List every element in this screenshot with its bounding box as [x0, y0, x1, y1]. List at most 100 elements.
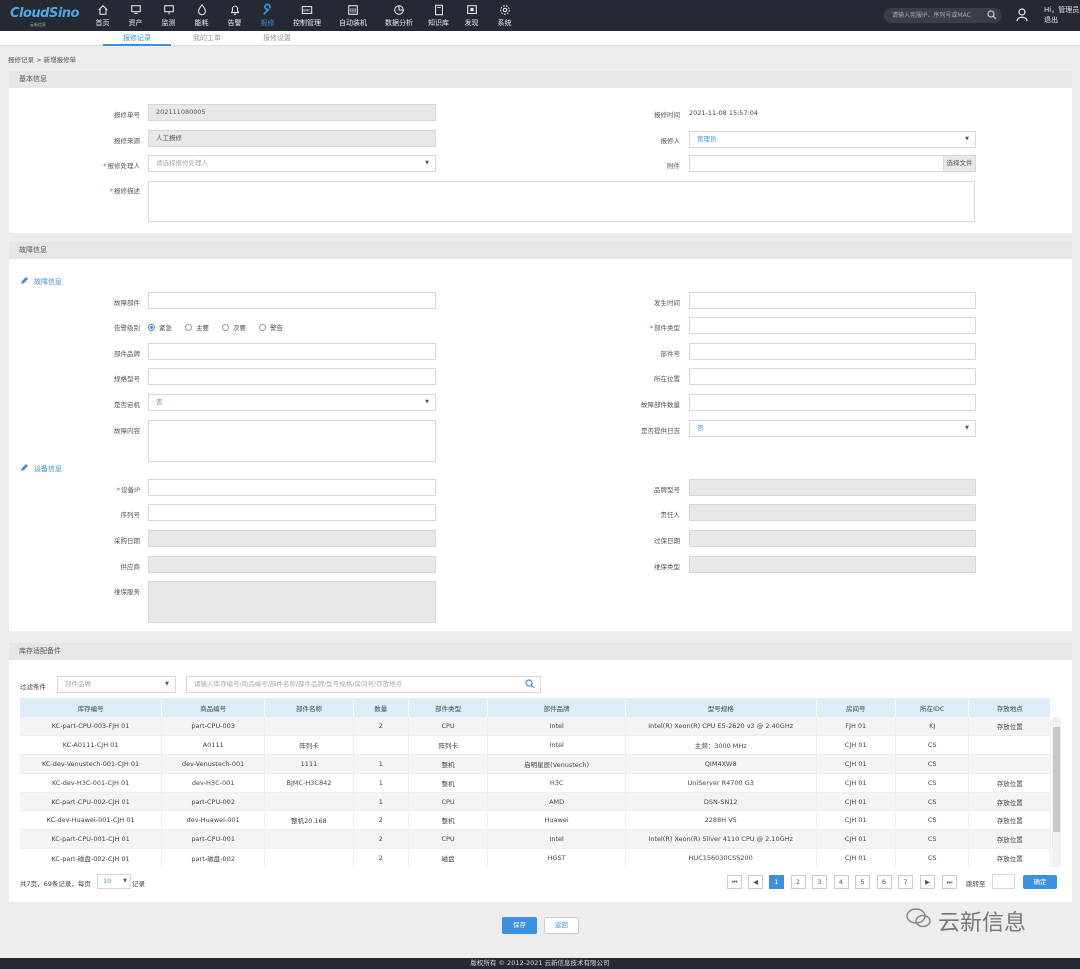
filter-brand-select[interactable]: 部件品牌 ▼	[57, 676, 176, 693]
column-header[interactable]: 存放地点	[968, 698, 1051, 717]
part-brand-field[interactable]	[148, 343, 436, 360]
page-button-1[interactable]: 1	[769, 875, 784, 889]
nav-item-discover[interactable]: 发现	[455, 0, 488, 31]
level-radio-critical[interactable]: 紧急	[148, 322, 172, 332]
next-page-button[interactable]: ▶	[920, 875, 935, 889]
search-icon[interactable]	[987, 10, 997, 26]
first-page-button[interactable]: ⏮	[727, 875, 742, 889]
column-header[interactable]: 数量	[353, 698, 409, 717]
pager-suffix: 记录	[132, 880, 145, 888]
scrollbar-thumb[interactable]	[1053, 727, 1060, 832]
fault-count-field[interactable]	[689, 394, 976, 411]
table-scrollbar[interactable]	[1052, 717, 1061, 867]
table-cell: H3C	[487, 773, 626, 793]
desc-label: *报修描述	[109, 187, 140, 195]
page-button-5[interactable]: 5	[855, 875, 870, 889]
table-cell: 2	[353, 810, 409, 831]
tab-my-orders[interactable]: 我的工单	[178, 31, 236, 46]
stock-table: 库存编号 商品编号 部件名称 数量 部件类型 部件品牌 型号规格 房间号 所在IDC 存放地点 K…	[20, 698, 1051, 867]
table-cell: 存放位置	[968, 717, 1051, 737]
table-cell: KC-dev-Huawei-001-CJH 01	[20, 810, 163, 831]
handler-select[interactable]: 请选择报修处理人 ▼	[148, 155, 436, 172]
table-row[interactable]: KC-part-磁盘-002-CJH 01 part-磁盘-002 2 磁盘 HGST H…	[20, 848, 1051, 867]
location-field[interactable]	[689, 368, 976, 385]
search-icon[interactable]	[525, 679, 535, 695]
table-cell: 存放位置	[968, 829, 1051, 850]
part-no-field[interactable]	[689, 343, 976, 360]
spec-field[interactable]	[148, 368, 436, 385]
table-cell: 存放位置	[968, 792, 1051, 812]
part-type-label: *部件类型	[649, 324, 680, 332]
column-header[interactable]: 型号规格	[625, 698, 817, 717]
global-search-input[interactable]: 请输入宪服IP、序列号或MAC	[884, 8, 1002, 23]
prev-page-button[interactable]: ◀	[748, 875, 763, 889]
nav-label: 告警	[227, 18, 242, 27]
table-row[interactable]: KC-part-CPU-002-CJH 01 part-CPU-002 1 CPU AM…	[20, 792, 1051, 812]
log-select[interactable]: 否 ▼	[689, 420, 976, 437]
page-button-3[interactable]: 3	[812, 875, 827, 889]
table-row[interactable]: KC-part-CPU-001-CJH 01 part-CPU-001 2 CPU In…	[20, 829, 1051, 850]
page-button-7[interactable]: 7	[898, 875, 913, 889]
nav-item-book[interactable]: 知识库	[422, 0, 455, 31]
choose-file-button[interactable]: 选择文件	[943, 156, 975, 171]
user-icon[interactable]	[1016, 8, 1028, 24]
brand-logo[interactable]: CloudSino	[10, 6, 80, 21]
nav-item-wrench[interactable]: 报修	[251, 0, 284, 31]
level-radio-warning[interactable]: 警告	[259, 322, 283, 332]
attachment-field[interactable]: 选择文件	[689, 155, 976, 172]
nav-item-pie[interactable]: 数据分析	[376, 0, 422, 31]
table-cell: DSN-SN12	[625, 792, 817, 812]
monitor-icon	[163, 4, 175, 16]
desc-textarea[interactable]	[148, 181, 975, 222]
page-size-select[interactable]: 10 ▼	[97, 874, 131, 889]
stock-search-input[interactable]: 请输入库存编号/商品编号/部件名称/部件品牌/型号规格/房间号/存放地点	[186, 676, 541, 693]
page-button-4[interactable]: 4	[833, 875, 849, 889]
nav-item-monitor[interactable]: 监测	[152, 0, 185, 31]
logout-link[interactable]: 退出	[1044, 15, 1079, 25]
nav-item-server[interactable]: 资产	[119, 0, 152, 31]
tab-repair-records[interactable]: 报修记录	[103, 31, 171, 46]
nav-item-home[interactable]: 首页	[86, 0, 119, 31]
table-row[interactable]: KC-A0111-CJH 01 A0111 阵列卡 阵列卡 Intel 主频：3000 M…	[20, 735, 1051, 756]
back-button[interactable]: 返回	[544, 917, 579, 934]
tab-repair-settings[interactable]: 报修设置	[248, 31, 306, 46]
nav-item-drop[interactable]: 能耗	[185, 0, 218, 31]
content-textarea[interactable]	[148, 420, 436, 462]
edit-icon	[20, 276, 29, 287]
table-row[interactable]: KC-part-CPU-003-FJH 01 part-CPU-003 2 CPU In…	[20, 717, 1051, 737]
column-header[interactable]: 部件类型	[408, 698, 489, 717]
column-header[interactable]: 部件名称	[264, 698, 354, 717]
footer: 版权所有 © 2012-2021 云新信息技术有限公司	[0, 958, 1080, 969]
nav-item-install[interactable]: 自动装机	[330, 0, 376, 31]
table-cell: AMD	[487, 792, 626, 812]
ip-field[interactable]	[148, 479, 436, 496]
nav-item-gear[interactable]: 系统	[488, 0, 521, 31]
table-row[interactable]: KC-dev-Venustech-001-CJH 01 dev-Venustech…	[20, 754, 1051, 774]
jump-page-input[interactable]	[992, 874, 1015, 889]
table-row[interactable]: KC-dev-Huawei-001-CJH 01 dev-Huawei-001 整机…	[20, 810, 1051, 831]
serial-field[interactable]	[148, 504, 436, 521]
table-row[interactable]: KC-dev-H3C-001-CJH 01 dev-H3C-001 BJMC-H3C…	[20, 773, 1051, 793]
top-navbar: CloudSino 云新信息 首页 资产 监测 能耗 告警 报修 BMC 控制管理 自动装机 数据…	[0, 0, 1080, 31]
occur-time-field[interactable]	[689, 292, 976, 309]
last-page-button[interactable]: ⏭	[942, 875, 957, 889]
level-radio-major[interactable]: 主要	[185, 322, 209, 332]
down-select[interactable]: 否 ▼	[148, 394, 436, 411]
column-header[interactable]: 商品编号	[161, 698, 266, 717]
part-field[interactable]	[148, 292, 436, 309]
column-header[interactable]: 所在IDC	[895, 698, 970, 717]
column-header[interactable]: 房间号	[816, 698, 896, 717]
reporter-select[interactable]: 管理员 ▼	[689, 131, 976, 148]
jump-confirm-button[interactable]: 确定	[1023, 875, 1057, 889]
column-header[interactable]: 部件品牌	[487, 698, 626, 717]
page-button-6[interactable]: 6	[876, 875, 892, 889]
save-button[interactable]: 保存	[502, 917, 537, 934]
column-header[interactable]: 库存编号	[20, 698, 163, 717]
table-cell: 2288H V5	[625, 810, 817, 831]
part-type-field[interactable]	[689, 317, 976, 334]
nav-item-bmc[interactable]: BMC 控制管理	[284, 0, 330, 31]
table-cell: part-CPU-001	[161, 829, 266, 850]
nav-item-bell[interactable]: 告警	[218, 0, 251, 31]
level-radio-minor[interactable]: 次要	[222, 322, 246, 332]
page-button-2[interactable]: 2	[790, 875, 806, 889]
